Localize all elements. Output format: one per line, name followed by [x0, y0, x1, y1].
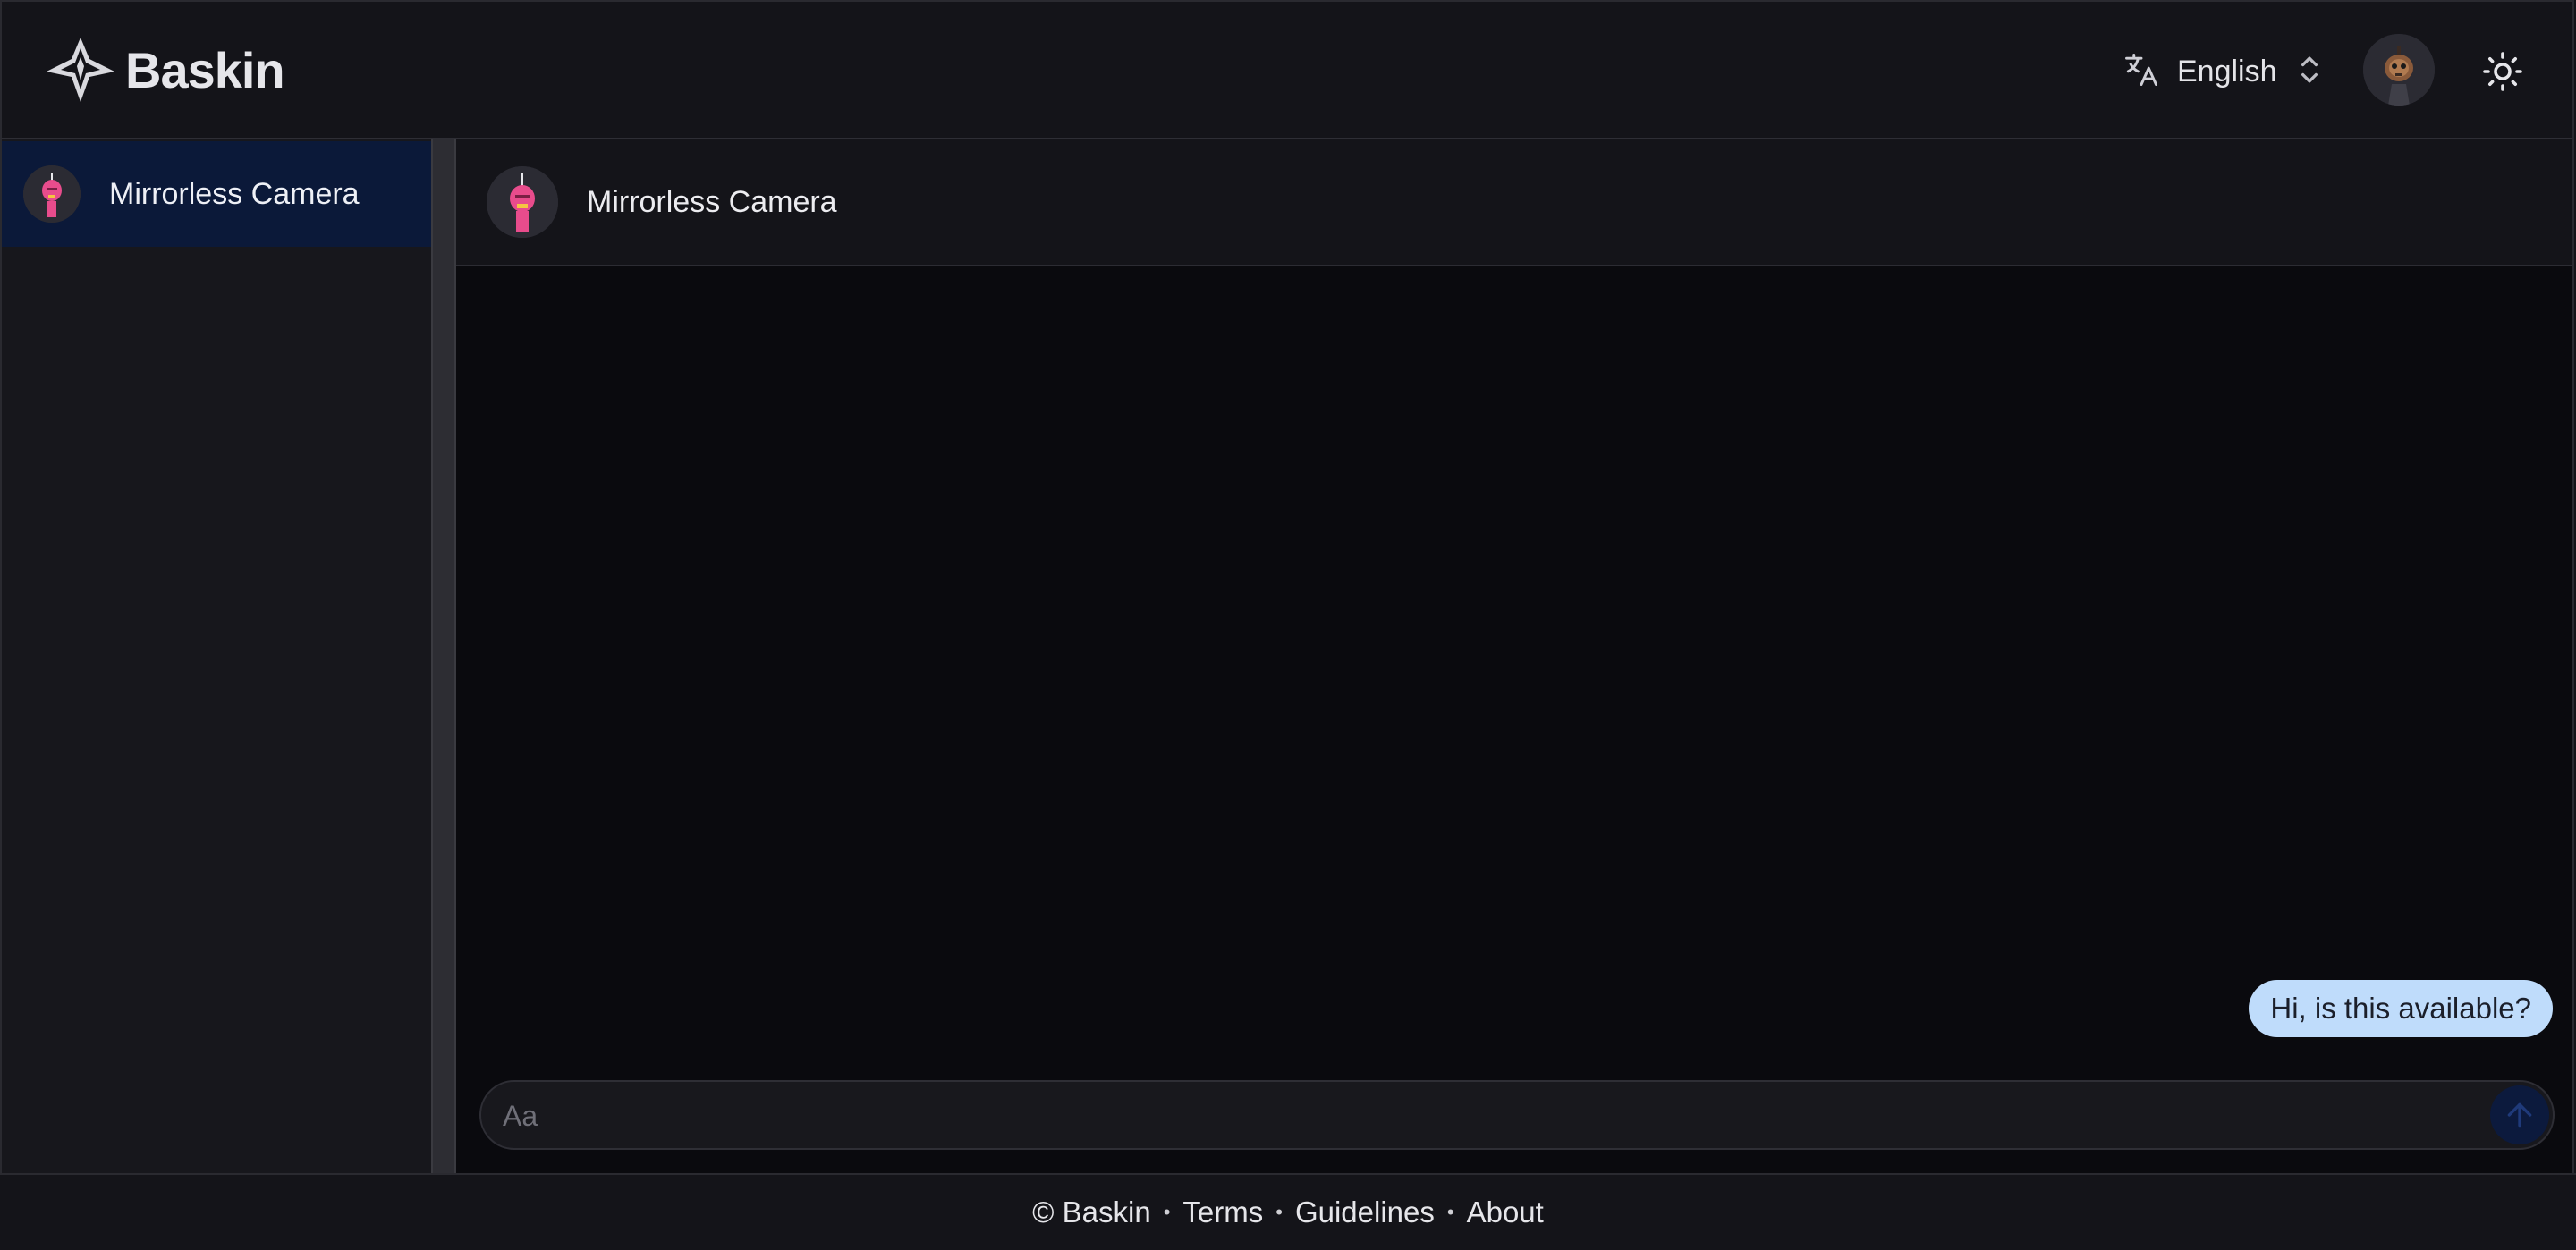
- footer-separator: •: [1163, 1201, 1171, 1223]
- baskin-logo-icon: [47, 38, 114, 102]
- chevron-up-down-icon: [2277, 50, 2322, 94]
- brand-name: Baskin: [125, 41, 285, 98]
- conversation-label: Mirrorless Camera: [109, 176, 360, 211]
- listing-avatar-icon: [23, 165, 80, 223]
- brand-logo[interactable]: Baskin: [43, 36, 285, 104]
- message-bubble-outgoing: Hi, is this available?: [2249, 980, 2553, 1037]
- conversation-item[interactable]: Mirrorless Camera: [2, 141, 431, 247]
- message-input[interactable]: [501, 1082, 2454, 1150]
- chat-header: Mirrorless Camera: [456, 139, 2572, 266]
- chat-panel: Mirrorless Camera Hi, is this available?: [456, 139, 2574, 1173]
- theme-toggle[interactable]: [2476, 45, 2529, 98]
- chat-avatar[interactable]: [487, 166, 558, 238]
- conversation-avatar: [23, 165, 80, 223]
- panel-resize-handle[interactable]: [431, 139, 456, 1173]
- language-selector[interactable]: English: [2122, 46, 2322, 97]
- user-avatar-icon: [2363, 34, 2435, 106]
- top-bar: Baskin English: [0, 0, 2574, 139]
- copyright-text: © Baskin: [1032, 1195, 1151, 1229]
- message-composer: [479, 1080, 2555, 1150]
- footer-separator: •: [1275, 1201, 1283, 1223]
- conversation-list: Mirrorless Camera: [0, 139, 431, 1173]
- user-avatar[interactable]: [2363, 34, 2435, 106]
- translate-icon: [2122, 50, 2161, 94]
- listing-avatar-icon: [487, 166, 558, 238]
- footer-separator: •: [1446, 1201, 1454, 1223]
- chat-title: Mirrorless Camera: [587, 184, 837, 219]
- footer-link-about[interactable]: About: [1467, 1195, 1544, 1229]
- language-label: English: [2177, 54, 2277, 89]
- footer-link-terms[interactable]: Terms: [1182, 1195, 1263, 1229]
- sun-icon: [2483, 52, 2522, 91]
- footer-link-guidelines[interactable]: Guidelines: [1295, 1195, 1435, 1229]
- footer: © Baskin • Terms • Guidelines • About: [0, 1173, 2576, 1250]
- arrow-up-icon: [2507, 1102, 2532, 1128]
- send-button[interactable]: [2490, 1085, 2549, 1144]
